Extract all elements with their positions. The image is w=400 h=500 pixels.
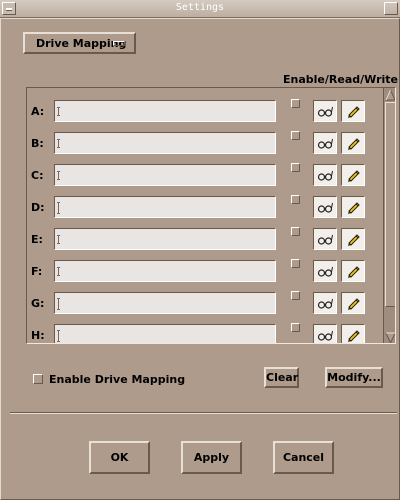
drive-list-panel: A: B: C: D: E: F: G: H: xyxy=(26,87,396,344)
drive-enable-checkbox[interactable] xyxy=(291,195,300,204)
drive-row: G: xyxy=(27,291,382,316)
read-access-button[interactable] xyxy=(313,164,337,186)
enable-read-write-header: Enable/Read/Write xyxy=(283,73,398,86)
text-cursor-icon xyxy=(57,330,60,342)
drive-path-field[interactable] xyxy=(54,196,276,218)
scrollbar-thumb[interactable] xyxy=(385,102,395,307)
drive-row: D: xyxy=(27,195,382,220)
glasses-icon xyxy=(317,298,333,309)
pencil-icon xyxy=(348,106,360,118)
drive-letter: B: xyxy=(31,137,44,150)
text-cursor-icon xyxy=(57,298,60,310)
drive-letter: C: xyxy=(31,169,44,182)
drive-enable-checkbox[interactable] xyxy=(291,227,300,236)
drive-path-field[interactable] xyxy=(54,292,276,314)
window-control-button[interactable] xyxy=(384,2,398,15)
drive-enable-checkbox[interactable] xyxy=(291,99,300,108)
write-access-button[interactable] xyxy=(341,228,365,250)
drive-row: F: xyxy=(27,259,382,284)
cancel-button[interactable]: Cancel xyxy=(273,441,334,474)
drive-path-field[interactable] xyxy=(54,260,276,282)
write-access-button[interactable] xyxy=(341,260,365,282)
drive-row: H: xyxy=(27,323,382,343)
drive-letter: G: xyxy=(31,297,45,310)
separator xyxy=(10,412,397,414)
text-cursor-icon xyxy=(57,267,60,276)
pencil-icon xyxy=(348,330,360,342)
glasses-icon xyxy=(317,202,333,213)
read-access-button[interactable] xyxy=(313,324,337,343)
glasses-icon xyxy=(317,138,333,149)
read-access-button[interactable] xyxy=(313,196,337,218)
write-access-button[interactable] xyxy=(341,100,365,122)
pencil-icon xyxy=(348,202,360,214)
pencil-icon xyxy=(348,170,360,182)
glasses-icon xyxy=(317,170,333,181)
read-access-button[interactable] xyxy=(313,100,337,122)
glasses-icon xyxy=(317,266,333,277)
mode-option-menu[interactable]: Drive Mapping xyxy=(23,32,136,54)
drive-enable-checkbox[interactable] xyxy=(291,259,300,268)
text-cursor-icon xyxy=(57,107,60,116)
drive-letter: E: xyxy=(31,233,43,246)
window-title: Settings xyxy=(175,2,225,13)
title-bar[interactable]: Settings xyxy=(0,0,400,18)
enable-drive-mapping-toggle[interactable]: Enable Drive Mapping xyxy=(33,373,185,386)
write-access-button[interactable] xyxy=(341,324,365,343)
drive-row: E: xyxy=(27,227,382,252)
glasses-icon xyxy=(317,330,333,341)
read-access-button[interactable] xyxy=(313,132,337,154)
enable-drive-mapping-label: Enable Drive Mapping xyxy=(49,373,186,386)
clear-button[interactable]: Clear xyxy=(264,367,299,388)
drive-letter: F: xyxy=(31,265,43,278)
text-cursor-icon xyxy=(57,139,60,148)
drive-enable-checkbox[interactable] xyxy=(291,323,300,332)
read-access-button[interactable] xyxy=(313,260,337,282)
drive-letter: H: xyxy=(31,329,45,342)
drive-enable-checkbox[interactable] xyxy=(291,131,300,140)
vertical-scrollbar[interactable] xyxy=(383,88,396,344)
pencil-icon xyxy=(348,234,360,246)
drive-row: C: xyxy=(27,163,382,188)
text-cursor-icon xyxy=(57,235,60,244)
drive-letter: D: xyxy=(31,201,45,214)
drive-path-field[interactable] xyxy=(54,228,276,250)
ok-button[interactable]: OK xyxy=(89,441,150,474)
drive-path-field[interactable] xyxy=(54,100,276,122)
modify-button[interactable]: Modify... xyxy=(325,367,383,388)
glasses-icon xyxy=(317,234,333,245)
write-access-button[interactable] xyxy=(341,164,365,186)
scroll-down-arrow-icon[interactable] xyxy=(385,332,396,344)
drive-enable-checkbox[interactable] xyxy=(291,291,300,300)
write-access-button[interactable] xyxy=(341,196,365,218)
glasses-icon xyxy=(317,106,333,117)
pencil-icon xyxy=(348,266,360,278)
read-access-button[interactable] xyxy=(313,228,337,250)
read-access-button[interactable] xyxy=(313,292,337,314)
write-access-button[interactable] xyxy=(341,132,365,154)
text-cursor-icon xyxy=(57,171,60,180)
drive-path-field[interactable] xyxy=(54,132,276,154)
enable-drive-mapping-checkbox[interactable] xyxy=(33,374,43,384)
text-cursor-icon xyxy=(57,202,60,214)
drive-enable-checkbox[interactable] xyxy=(291,163,300,172)
drive-letter: A: xyxy=(31,105,45,118)
drive-row: B: xyxy=(27,131,382,156)
apply-button[interactable]: Apply xyxy=(181,441,242,474)
drive-path-field[interactable] xyxy=(54,324,276,343)
write-access-button[interactable] xyxy=(341,292,365,314)
option-menu-indicator-icon xyxy=(113,41,125,46)
drive-path-field[interactable] xyxy=(54,164,276,186)
scroll-up-arrow-icon[interactable] xyxy=(385,89,396,101)
pencil-icon xyxy=(348,298,360,310)
drive-row: A: xyxy=(27,99,382,124)
pencil-icon xyxy=(348,138,360,150)
